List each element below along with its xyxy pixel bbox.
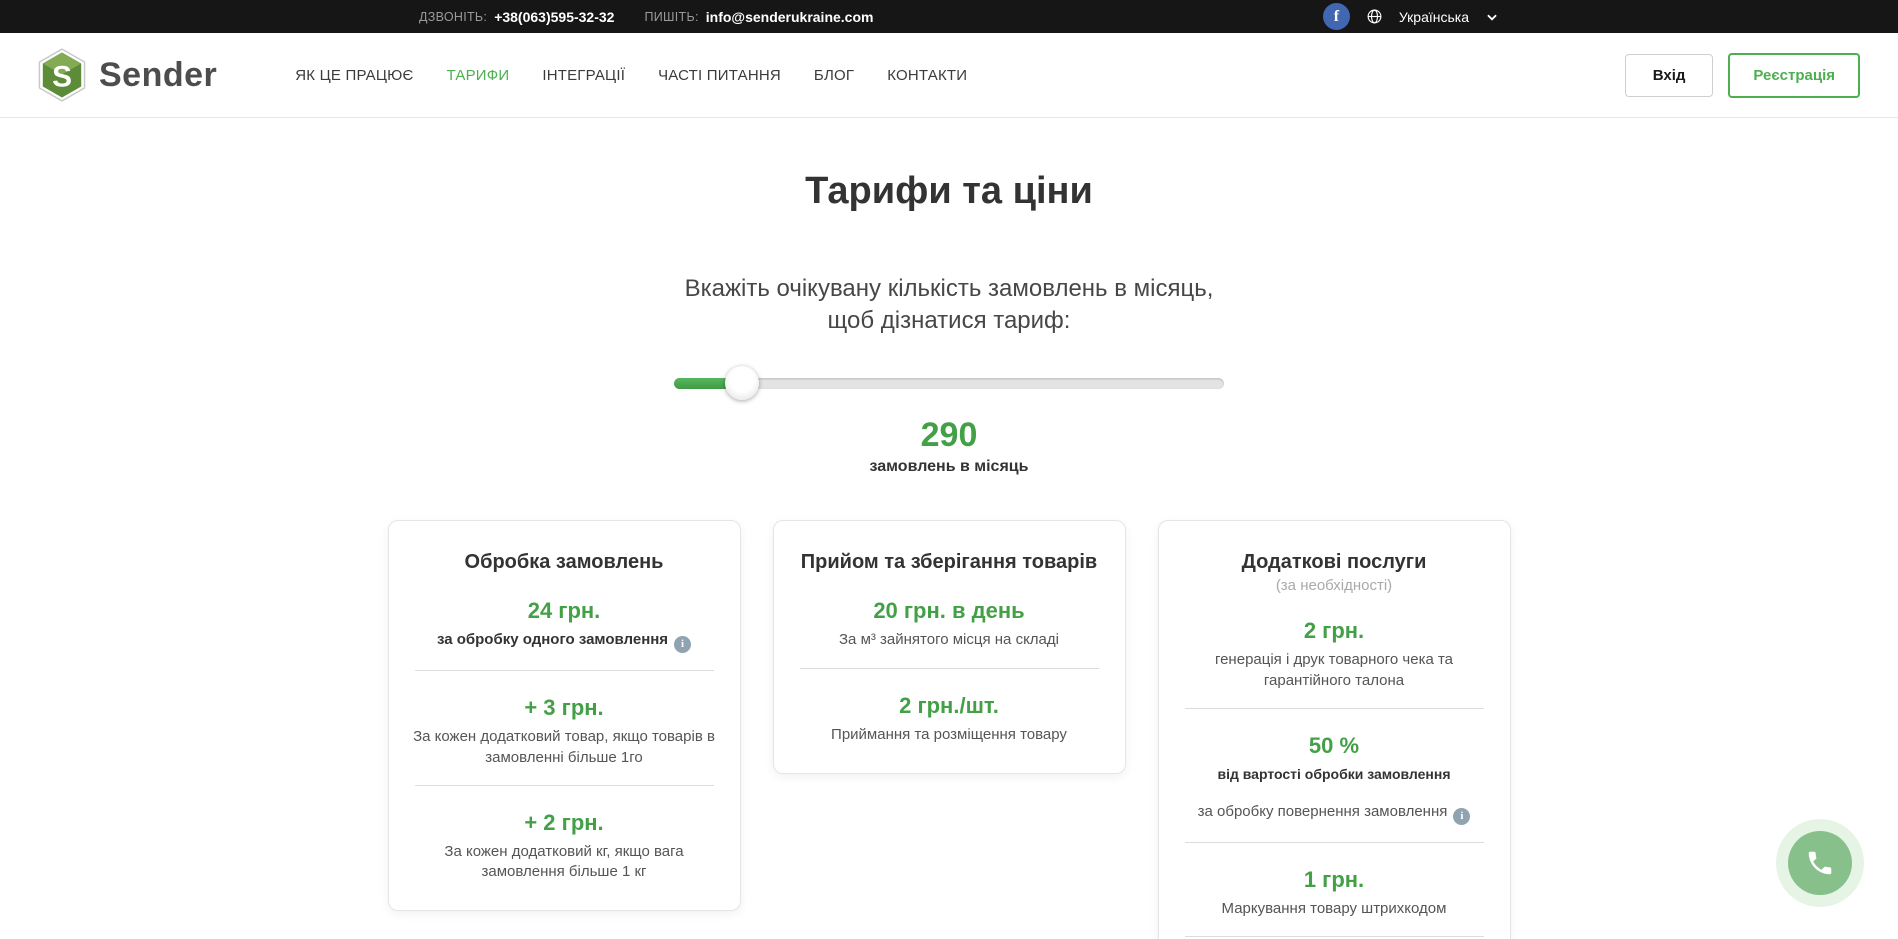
price-item: + 2 грн. За кожен додатковий кг, якщо ва… xyxy=(411,810,718,883)
orders-slider[interactable] xyxy=(674,366,1224,400)
main-nav: ЯК ЦЕ ПРАЦЮЄ ТАРИФИ ІНТЕГРАЦІЇ ЧАСТІ ПИТ… xyxy=(295,67,967,84)
write-label: ПИШІТЬ: xyxy=(644,10,698,24)
brand-name: Sender xyxy=(99,56,217,95)
phone-number[interactable]: +38(063)595-32-32 xyxy=(494,9,614,25)
nav-how-it-works[interactable]: ЯК ЦЕ ПРАЦЮЄ xyxy=(295,67,413,84)
divider xyxy=(800,668,1099,669)
svg-text:S: S xyxy=(52,61,72,94)
main-content: Тарифи та ціни Вкажіть очікувану кількіс… xyxy=(0,170,1898,939)
price-item: + 3 грн. За кожен додатковий товар, якщо… xyxy=(411,695,718,768)
card-additional-services: Додаткові послуги (за необхідності) 2 гр… xyxy=(1158,520,1511,939)
divider xyxy=(1185,842,1484,843)
nav-tariffs[interactable]: ТАРИФИ xyxy=(447,67,510,84)
info-icon[interactable]: i xyxy=(674,636,691,653)
login-button[interactable]: Вхід xyxy=(1625,54,1714,97)
card-subtitle: (за необхідності) xyxy=(1181,577,1488,594)
nav-blog[interactable]: БЛОГ xyxy=(814,67,854,84)
price-item: 50 % від вартості обробки замовлення за … xyxy=(1181,733,1488,825)
price-item: 24 грн. за обробку одного замовленняi xyxy=(411,598,718,653)
divider xyxy=(415,670,714,671)
call-fab[interactable] xyxy=(1776,819,1864,907)
divider xyxy=(1185,708,1484,709)
card-title: Прийом та зберігання товарів xyxy=(796,551,1103,574)
card-receiving-storage: Прийом та зберігання товарів 20 грн. в д… xyxy=(773,520,1126,774)
pricing-cards: Обробка замовлень 24 грн. за обробку одн… xyxy=(0,520,1898,939)
globe-icon xyxy=(1366,8,1383,25)
contact-group: ДЗВОНІТЬ: +38(063)595-32-32 ПИШІТЬ: info… xyxy=(399,9,873,25)
email-address[interactable]: info@senderukraine.com xyxy=(706,9,874,25)
divider xyxy=(1185,936,1484,937)
brand-logo[interactable]: S Sender xyxy=(38,48,217,102)
price-item: 2 грн./шт. Приймання та розміщення товар… xyxy=(796,693,1103,745)
nav-faq[interactable]: ЧАСТІ ПИТАННЯ xyxy=(658,67,781,84)
site-header: S Sender ЯК ЦЕ ПРАЦЮЄ ТАРИФИ ІНТЕГРАЦІЇ … xyxy=(0,33,1898,118)
register-button[interactable]: Реєстрація xyxy=(1728,53,1860,98)
card-title: Додаткові послуги xyxy=(1181,551,1488,574)
chevron-down-icon[interactable] xyxy=(1485,10,1499,24)
facebook-icon[interactable]: f xyxy=(1323,3,1350,30)
nav-contacts[interactable]: КОНТАКТИ xyxy=(887,67,967,84)
price-item: 1 грн. Маркування товару штрихкодом xyxy=(1181,867,1488,919)
slider-handle[interactable] xyxy=(725,366,759,400)
card-title: Обробка замовлень xyxy=(411,551,718,574)
page-title: Тарифи та ціни xyxy=(0,170,1898,213)
phone-icon xyxy=(1788,831,1852,895)
topbar: ДЗВОНІТЬ: +38(063)595-32-32 ПИШІТЬ: info… xyxy=(0,0,1898,33)
sender-hexagon-icon: S xyxy=(38,48,86,102)
call-label: ДЗВОНІТЬ: xyxy=(419,10,487,24)
divider xyxy=(415,785,714,786)
language-selector[interactable]: Українська xyxy=(1399,9,1469,25)
nav-integrations[interactable]: ІНТЕГРАЦІЇ xyxy=(542,67,625,84)
slider-prompt: Вкажіть очікувану кількість замовлень в … xyxy=(0,273,1898,336)
card-order-processing: Обробка замовлень 24 грн. за обробку одн… xyxy=(388,520,741,911)
price-item: 20 грн. в день За м³ зайнятого місця на … xyxy=(796,598,1103,650)
price-item: 2 грн. генерація і друк товарного чека т… xyxy=(1181,618,1488,691)
info-icon[interactable]: i xyxy=(1453,808,1470,825)
orders-value-label: замовлень в місяць xyxy=(0,458,1898,476)
orders-value: 290 xyxy=(0,416,1898,455)
